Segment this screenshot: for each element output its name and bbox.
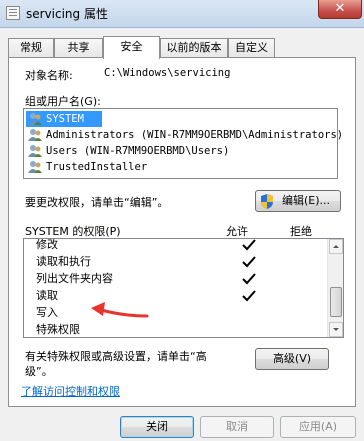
permission-row-special: 特殊权限 (26, 322, 326, 337)
allow-check-icon (242, 256, 256, 268)
allow-check-icon (242, 239, 256, 251)
list-item[interactable]: Users (WIN-R7MM9OERBMD\Users) (26, 143, 330, 159)
allow-column-header: 允许 (226, 225, 248, 238)
permission-row-modify: 修改 (26, 238, 326, 253)
chevron-up-icon (333, 245, 339, 248)
title-bar[interactable]: servicing 属性 ✕ (0, 0, 364, 28)
close-button-label: 关闭 (146, 420, 168, 433)
annotation-arrow-icon (91, 302, 149, 318)
tab-previous-versions[interactable]: 以前的版本 (160, 38, 228, 58)
tab-strip: 常规 共享 安全 以前的版本 自定义 (8, 36, 356, 59)
access-control-help-link[interactable]: 了解访问控制和权限 (21, 383, 120, 399)
advanced-hint-line1: 有关特殊权限或高级设置，请单击“高 (25, 350, 207, 363)
window-title: servicing 属性 (26, 7, 108, 21)
user-name: Administrators (WIN-R7MM9OERBMD\Administ… (46, 129, 344, 141)
edit-button-label: 编辑(E)... (281, 194, 331, 207)
list-item[interactable]: SYSTEM (26, 111, 102, 127)
group-user-list[interactable]: SYSTEM Administrators (WIN-R7MM9OERBMD\A… (23, 108, 343, 179)
close-icon: ✕ (334, 1, 346, 16)
permission-name: 读取和执行 (36, 255, 91, 268)
permissions-list[interactable]: 修改 读取和执行 列出文件夹内容 读取 写入 特殊权限 (23, 238, 344, 338)
advanced-button[interactable]: 高级(V) (255, 348, 329, 370)
permission-row-list-folder: 列出文件夹内容 (26, 271, 326, 287)
scroll-thumb[interactable] (330, 287, 342, 317)
permission-name: 读取 (36, 289, 58, 302)
user-group-icon (28, 113, 42, 125)
permission-name: 特殊权限 (36, 323, 80, 336)
user-name: Users (WIN-R7MM9OERBMD\Users) (46, 145, 230, 157)
user-name: SYSTEM (46, 113, 84, 125)
permission-name: 写入 (36, 306, 58, 319)
permission-name: 列出文件夹内容 (36, 272, 113, 285)
security-panel: 对象名称: C:\Windows\servicing 组或用户名(G): SYS… (8, 57, 356, 407)
permissions-title: SYSTEM 的权限(P) (25, 225, 121, 238)
edit-button[interactable]: 编辑(E)... (255, 190, 341, 212)
permission-row-write: 写入 (26, 305, 326, 321)
chevron-down-icon (333, 328, 339, 331)
close-window-button[interactable]: ✕ (318, 0, 362, 19)
uac-shield-icon (261, 194, 273, 209)
advanced-button-label: 高级(V) (272, 352, 312, 365)
permission-name: 修改 (36, 238, 58, 251)
tab-security-label: 安全 (120, 40, 143, 53)
permissions-scrollbar[interactable] (327, 239, 343, 337)
tab-customize-label: 自定义 (235, 41, 268, 54)
advanced-hint-line2: 级”。 (25, 365, 53, 378)
cancel-button[interactable]: 取消 (200, 416, 274, 438)
scroll-up-button[interactable] (329, 239, 343, 254)
change-permissions-hint: 要更改权限，请单击“编辑”。 (25, 196, 169, 209)
list-item[interactable]: Administrators (WIN-R7MM9OERBMD\Administ… (26, 127, 343, 143)
user-group-icon (28, 129, 42, 141)
object-name-label: 对象名称: (25, 69, 73, 82)
user-name: TrustedInstaller (46, 161, 148, 173)
scroll-down-button[interactable] (329, 322, 343, 337)
apply-button-label: 应用(A) (298, 420, 338, 433)
object-name-value: C:\Windows\servicing (104, 67, 231, 79)
apply-button[interactable]: 应用(A) (280, 416, 356, 438)
tab-customize[interactable]: 自定义 (228, 38, 275, 58)
close-button[interactable]: 关闭 (120, 416, 194, 438)
groups-label: 组或用户名(G): (25, 95, 101, 108)
permission-row-read: 读取 (26, 288, 326, 304)
permission-row-read-execute: 读取和执行 (26, 254, 326, 270)
folder-properties-icon (6, 6, 20, 20)
user-group-icon (28, 161, 42, 173)
tab-general-label: 常规 (20, 41, 42, 54)
deny-column-header: 拒绝 (290, 225, 312, 238)
tab-previous-versions-label: 以前的版本 (166, 41, 222, 54)
tab-general[interactable]: 常规 (8, 38, 54, 58)
tab-sharing-label: 共享 (67, 41, 90, 54)
allow-check-icon (242, 273, 256, 285)
cancel-button-label: 取消 (226, 420, 248, 433)
tab-security[interactable]: 安全 (103, 36, 160, 59)
list-item[interactable]: TrustedInstaller (26, 159, 330, 175)
user-group-icon (28, 145, 42, 157)
allow-check-icon (242, 290, 256, 302)
tab-sharing[interactable]: 共享 (54, 38, 103, 58)
